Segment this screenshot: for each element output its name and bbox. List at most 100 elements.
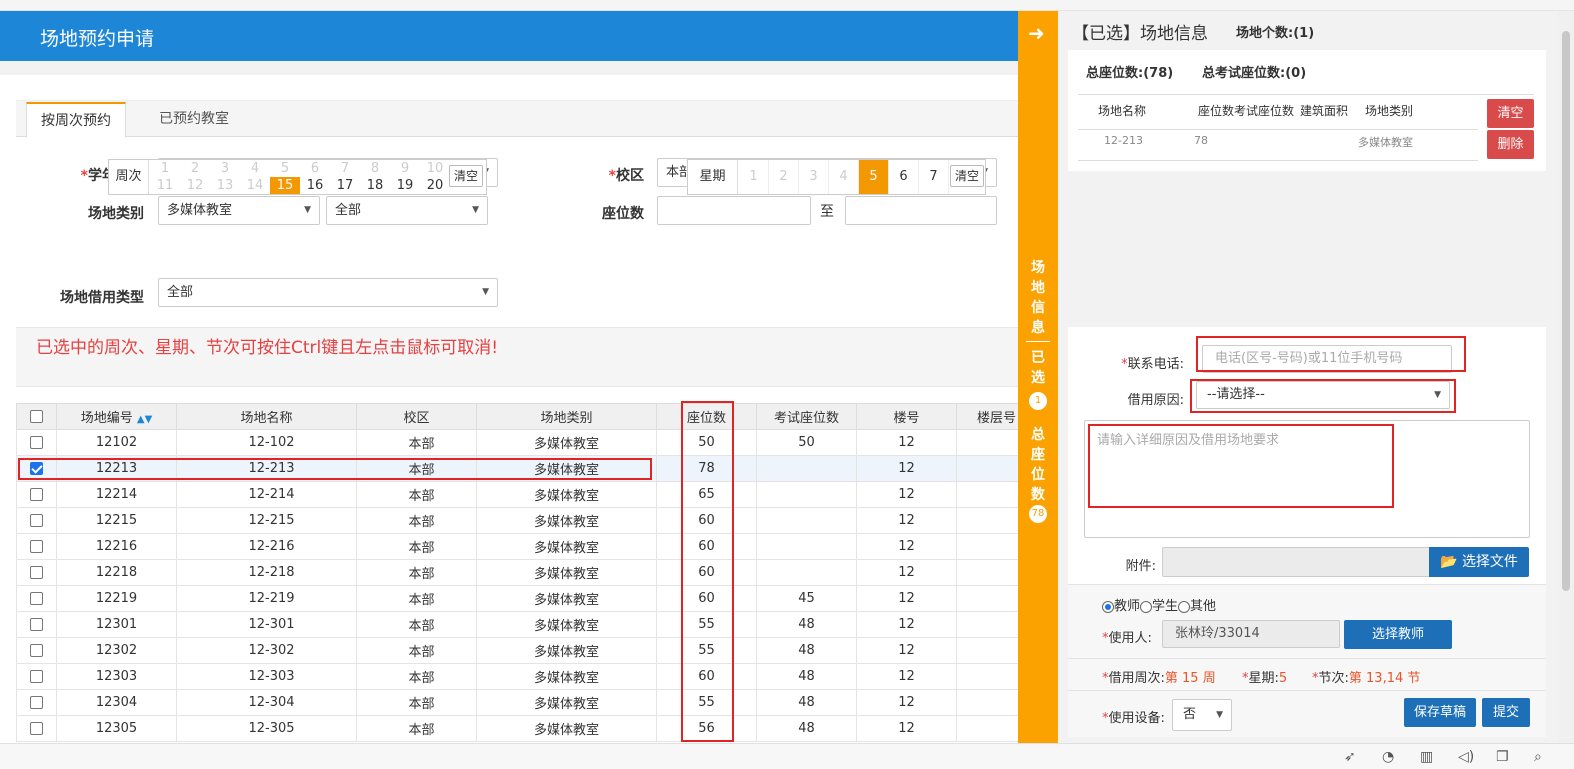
radio-teacher[interactable] <box>1102 600 1114 613</box>
weekday-cell-6[interactable]: 6 <box>889 160 919 194</box>
sort-icon[interactable]: ▲▼ <box>137 414 152 425</box>
row-checkbox[interactable] <box>16 507 57 534</box>
row-checkbox[interactable] <box>16 559 57 586</box>
week-cell-15[interactable]: 15 <box>270 177 300 194</box>
venue-type-select[interactable]: 多媒体教室 ▼ <box>158 196 320 225</box>
rocket-icon[interactable]: ➶ <box>1344 749 1356 765</box>
week-cell-12[interactable]: 12 <box>180 177 210 194</box>
week-cell-10[interactable]: 10 <box>420 160 450 177</box>
week-cell-7[interactable]: 7 <box>330 160 360 177</box>
weekday-cell-1[interactable]: 1 <box>739 160 769 194</box>
table-row[interactable]: 12219 12-219 本部 多媒体教室 60 45 12 <box>16 585 1018 612</box>
clear-selected-button[interactable]: 清空 <box>1487 99 1534 128</box>
week-cell-14[interactable]: 14 <box>240 177 270 194</box>
week-cell-13[interactable]: 13 <box>210 177 240 194</box>
week-cell-6[interactable]: 6 <box>300 160 330 177</box>
weekday-cell-4[interactable]: 4 <box>829 160 859 194</box>
table-row[interactable]: 12302 12-302 本部 多媒体教室 55 48 12 <box>16 637 1018 664</box>
week-cell-18[interactable]: 18 <box>360 177 390 194</box>
table-row[interactable]: 12305 12-305 本部 多媒体教室 56 48 12 <box>16 715 1018 742</box>
week-cell-3[interactable]: 3 <box>210 160 240 177</box>
table-row[interactable]: 12301 12-301 本部 多媒体教室 55 48 12 <box>16 611 1018 638</box>
phone-input[interactable]: 电话(区号-号码)或11位手机号码 <box>1202 345 1452 373</box>
week-cell-16[interactable]: 16 <box>300 177 330 194</box>
seats-min-input[interactable] <box>657 196 811 225</box>
sidebar-divider <box>1026 341 1050 342</box>
row-checkbox[interactable] <box>16 637 57 664</box>
col-campus[interactable]: 校区 <box>356 403 477 430</box>
delete-selected-button[interactable]: 删除 <box>1487 130 1534 159</box>
col-floor[interactable]: 楼层号 <box>956 403 1018 430</box>
week-cell-11[interactable]: 11 <box>150 177 180 194</box>
week-clear-button[interactable]: 清空 <box>449 165 484 187</box>
week-cell-8[interactable]: 8 <box>360 160 390 177</box>
table-row[interactable]: 12213 12-213 本部 多媒体教室 78 12 <box>16 455 1018 482</box>
table-row[interactable]: 12102 12-102 本部 多媒体教室 50 50 12 <box>16 429 1018 456</box>
row-checkbox[interactable] <box>16 689 57 716</box>
table-row[interactable]: 12218 12-218 本部 多媒体教室 60 12 <box>16 559 1018 586</box>
table-row[interactable]: 12216 12-216 本部 多媒体教室 60 12 <box>16 533 1018 560</box>
week-cell-5[interactable]: 5 <box>270 160 300 177</box>
sel-col-name: 场地名称 <box>1098 104 1147 118</box>
seats-max-input[interactable] <box>845 196 997 225</box>
week-cell-4[interactable]: 4 <box>240 160 270 177</box>
weekday-cell-7[interactable]: 7 <box>919 160 949 194</box>
week-cell-20[interactable]: 20 <box>420 177 450 194</box>
device-select[interactable]: 否 ▼ <box>1172 699 1232 731</box>
col-venue-id[interactable]: 场地编号 ▲▼ <box>56 403 177 430</box>
row-checkbox[interactable] <box>16 455 57 482</box>
week-cell-9[interactable]: 9 <box>390 160 420 177</box>
cell-venue-id: 12302 <box>56 637 177 664</box>
choose-file-button[interactable]: 📂 选择文件 <box>1429 547 1529 577</box>
reason-select[interactable]: --请选择-- ▼ <box>1196 381 1450 409</box>
row-checkbox[interactable] <box>16 585 57 612</box>
col-seats[interactable]: 座位数 <box>656 403 757 430</box>
row-checkbox[interactable] <box>16 533 57 560</box>
radio-student[interactable] <box>1140 600 1153 613</box>
weekday-cell-2[interactable]: 2 <box>769 160 799 194</box>
speed-icon[interactable]: ◔ <box>1382 749 1394 765</box>
row-checkbox[interactable] <box>16 481 57 508</box>
col-venue-name[interactable]: 场地名称 <box>176 403 357 430</box>
choose-teacher-button[interactable]: 选择教师 <box>1344 620 1452 649</box>
borrow-type-select[interactable]: 全部 ▼ <box>158 278 498 307</box>
row-checkbox[interactable] <box>16 715 57 742</box>
weekday-cell-3[interactable]: 3 <box>799 160 829 194</box>
reason-detail-textarea[interactable]: 请输入详细原因及借用场地要求 <box>1084 420 1530 538</box>
speaker-icon[interactable]: ◁) <box>1458 749 1474 765</box>
table-row[interactable]: 12214 12-214 本部 多媒体教室 65 12 <box>16 481 1018 508</box>
week-cell-17[interactable]: 17 <box>330 177 360 194</box>
venue-subtype-select[interactable]: 全部 ▼ <box>326 196 488 225</box>
col-exam-seats[interactable]: 考试座位数 <box>756 403 857 430</box>
attachment-field[interactable] <box>1162 547 1430 577</box>
tab-booked-rooms[interactable]: 已预约教室 <box>145 102 243 138</box>
scrollbar-thumb[interactable] <box>1562 31 1570 591</box>
submit-button[interactable]: 提交 <box>1482 698 1530 727</box>
week-cell-1[interactable]: 1 <box>150 160 180 177</box>
row-checkbox[interactable] <box>16 663 57 690</box>
row-checkbox[interactable] <box>16 429 57 456</box>
row-checkbox[interactable] <box>16 611 57 638</box>
col-building[interactable]: 楼号 <box>856 403 957 430</box>
cell-venue-name: 12-213 <box>176 455 357 482</box>
col-venue-type[interactable]: 场地类别 <box>476 403 657 430</box>
table-row[interactable]: 12215 12-215 本部 多媒体教室 60 12 <box>16 507 1018 534</box>
radio-other[interactable] <box>1178 600 1191 613</box>
weekday-cell-5[interactable]: 5 <box>859 160 889 194</box>
search-icon[interactable]: ⌕ <box>1534 749 1542 765</box>
cell-venue-id: 12215 <box>56 507 177 534</box>
selected-info-toggle[interactable]: ➜ 场地信息 已选 1 总座位数 78 <box>1018 11 1058 743</box>
week-cell-19[interactable]: 19 <box>390 177 420 194</box>
scrollbar[interactable] <box>1558 11 1574 743</box>
window-icon[interactable]: ❐ <box>1496 749 1509 765</box>
table-row[interactable]: 12303 12-303 本部 多媒体教室 60 48 12 <box>16 663 1018 690</box>
select-all-checkbox[interactable] <box>16 403 57 430</box>
tab-by-week[interactable]: 按周次预约 <box>26 102 126 138</box>
save-draft-button[interactable]: 保存草稿 <box>1404 698 1476 727</box>
weekday-clear-button[interactable]: 清空 <box>950 165 985 187</box>
table-row[interactable]: 12304 12-304 本部 多媒体教室 55 48 12 <box>16 689 1018 716</box>
week-cell-2[interactable]: 2 <box>180 160 210 177</box>
user-input[interactable]: 张林玲/33014 <box>1162 620 1340 648</box>
trash-icon[interactable]: ▥ <box>1420 749 1433 765</box>
arrow-right-icon[interactable]: ➜ <box>1028 21 1045 45</box>
